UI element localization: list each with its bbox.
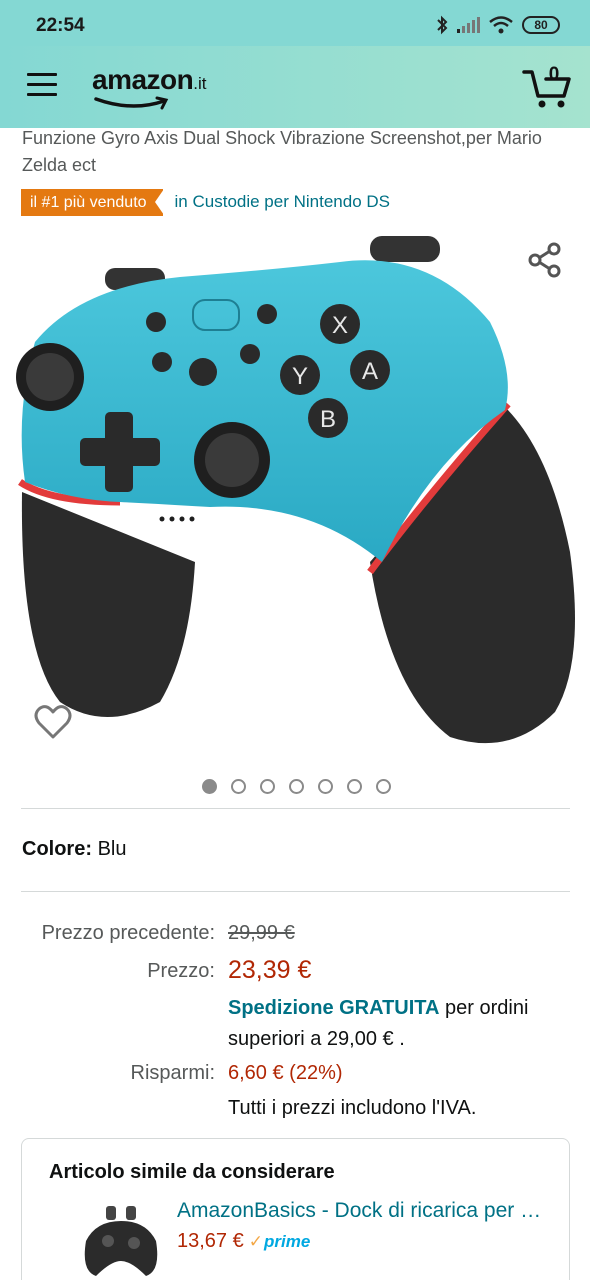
share-icon[interactable] — [528, 242, 562, 278]
carousel-dot[interactable] — [202, 779, 217, 794]
status-time: 22:54 — [36, 15, 85, 36]
hamburger-menu-icon[interactable] — [27, 73, 57, 97]
status-icons: 80 — [436, 14, 560, 36]
prime-badge: ✓prime — [249, 1232, 311, 1252]
previous-price-value: 29,99 € — [228, 922, 295, 944]
svg-text:B: B — [320, 406, 336, 433]
category-link[interactable]: in Custodie per Nintendo DS — [175, 192, 390, 212]
color-label: Colore: — [22, 838, 92, 860]
prime-label: prime — [263, 1231, 311, 1251]
signal-icon — [457, 17, 480, 33]
badge-row: il #1 più venduto in Custodie per Ninten… — [21, 188, 390, 216]
divider — [21, 808, 570, 809]
similar-item-thumbnail[interactable] — [76, 1201, 166, 1280]
carousel-dot[interactable] — [376, 779, 391, 794]
carousel-dot[interactable] — [260, 779, 275, 794]
similar-item-price-row: 13,67 € ✓prime — [177, 1230, 310, 1253]
divider — [21, 891, 570, 892]
similar-item-card[interactable]: Articolo simile da considerare AmazonBas… — [21, 1138, 570, 1280]
bluetooth-icon — [437, 15, 448, 35]
previous-price-label: Prezzo precedente: — [41, 922, 215, 944]
prime-check-icon: ✓ — [248, 1231, 263, 1251]
similar-item-price: 13,67 € — [177, 1230, 244, 1252]
wifi-icon — [489, 16, 513, 34]
logo-tld: .it — [193, 74, 207, 93]
logo-text: amazon — [92, 64, 194, 95]
carousel-dot[interactable] — [289, 779, 304, 794]
cart-count: 0 — [548, 64, 560, 85]
savings-label: Risparmi: — [130, 1062, 215, 1084]
free-shipping-link[interactable]: Spedizione GRATUITA — [228, 997, 439, 1019]
wishlist-heart-icon[interactable] — [34, 704, 72, 740]
status-bar: 22:54 80 — [0, 0, 590, 46]
product-title: Funzione Gyro Axis Dual Shock Vibrazione… — [22, 128, 542, 175]
carousel-dot[interactable] — [318, 779, 333, 794]
app-header: amazon.it 0 — [0, 46, 590, 128]
product-image[interactable]: X A Y B — [10, 232, 580, 762]
price-value: 23,39 € — [228, 956, 312, 984]
vat-note: Tutti i prezzi includono l'IVA. — [228, 1097, 477, 1119]
carousel-dot[interactable] — [347, 779, 362, 794]
bestseller-badge: il #1 più venduto — [21, 188, 164, 216]
logo-smile-icon — [94, 96, 169, 110]
battery-icon: 80 — [522, 16, 560, 34]
color-value: Blu — [97, 838, 127, 860]
carousel-dot[interactable] — [231, 779, 246, 794]
color-selector[interactable]: Colore: Blu — [22, 838, 126, 861]
image-carousel-dots — [202, 779, 391, 794]
price-label: Prezzo: — [147, 960, 215, 982]
svg-text:Y: Y — [292, 363, 308, 390]
amazon-logo[interactable]: amazon.it — [92, 64, 207, 110]
similar-heading: Articolo simile da considerare — [49, 1161, 335, 1183]
similar-item-title[interactable]: AmazonBasics - Dock di ricarica per cont… — [177, 1199, 547, 1223]
shipping-info: Spedizione GRATUITA per ordini superiori… — [228, 993, 578, 1055]
svg-text:X: X — [332, 312, 348, 339]
savings-value: 6,60 € (22%) — [228, 1062, 343, 1084]
svg-text:A: A — [362, 358, 378, 385]
